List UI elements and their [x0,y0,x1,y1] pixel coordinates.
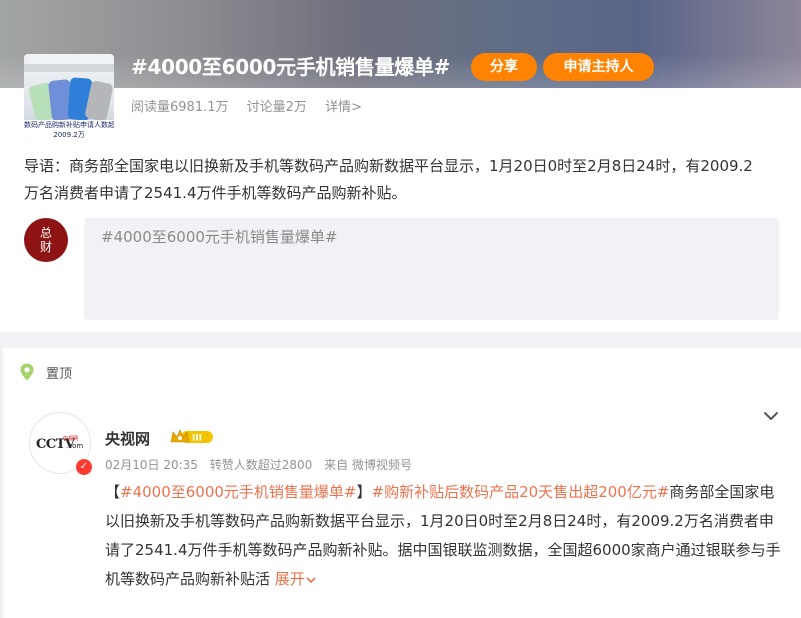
thumbnail-caption: 数码产品购新补贴申请人数超 2009.2万 [24,120,114,144]
post-text: 【#4000至6000元手机销售量爆单#】#购新补贴后数码产品20天售出超200… [105,483,781,588]
topic-intro: 导语：商务部全国家电以旧换新及手机等数码产品购新数据平台显示，1月20日0时至2… [24,157,753,202]
topic-thumbnail[interactable]: 数码产品购新补贴申请人数超 2009.2万 [24,54,114,144]
author-name[interactable]: 央视网 [105,428,150,449]
chevron-down-icon [306,576,316,583]
hashtag-link[interactable]: #4000至6000元手机销售量爆单# [120,483,357,501]
read-count: 阅读量6981.1万 [131,100,229,115]
apply-host-button[interactable]: 申请主持人 [543,53,654,81]
repost-count: 转赞人数超过2800 [209,458,313,472]
topic-stats: 阅读量6981.1万 讨论量2万 详情> [131,96,376,115]
post-composer-input[interactable]: #4000至6000元手机销售量爆单# [84,218,779,320]
current-user-avatar[interactable]: 总财 [24,218,68,262]
svg-text:III: III [192,434,202,444]
post-time[interactable]: 02月10日 20:35 [105,458,198,472]
pinned-indicator: 置顶 [17,360,72,384]
composer-placeholder: #4000至6000元手机销售量爆单# [101,228,338,246]
topic-title: #4000至6000元手机销售量爆单# [131,55,451,79]
chevron-down-icon[interactable] [761,406,781,426]
expand-link[interactable]: 展开 [275,570,317,588]
details-link[interactable]: 详情> [325,100,362,115]
share-button[interactable]: 分享 [471,53,537,81]
vip-level-badge-icon[interactable]: III [169,428,215,446]
feed-post-card: 置顶 CCTV 中视网 .com ✓ 央视网 III 02月10日 20:35 … [3,348,801,618]
hashtag-link[interactable]: #购新补贴后数码产品20天售出超200亿元# [372,483,670,501]
topic-header-card: 数码产品购新补贴申请人数超 2009.2万 #4000至6000元手机销售量爆单… [0,0,801,332]
pinned-label: 置顶 [46,366,73,382]
post-meta: 02月10日 20:35 转赞人数超过2800 来自 微博视频号 [105,456,420,473]
verified-badge-icon: ✓ [75,458,93,476]
discussion-count: 讨论量2万 [246,100,307,115]
post-source: 来自 微博视频号 [324,458,412,472]
pin-icon [17,362,37,382]
